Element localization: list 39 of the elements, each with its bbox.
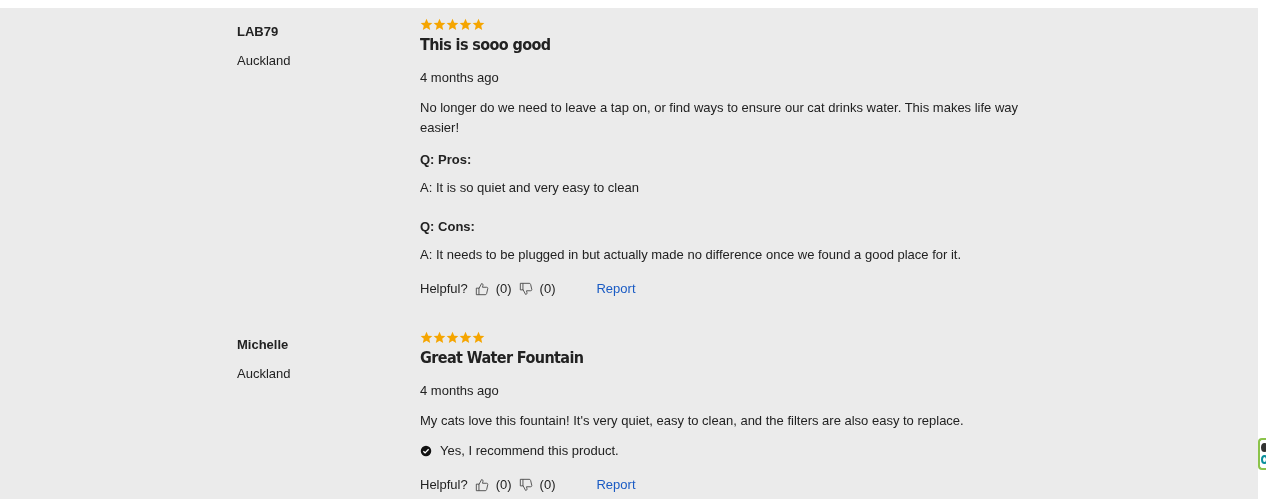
reviewer-name: Michelle	[237, 336, 290, 354]
thumbs-down-count: (0)	[539, 280, 556, 298]
review-title: This is sooo good	[420, 35, 552, 55]
thumbs-up-count: (0)	[495, 280, 512, 298]
recommend-text: Yes, I recommend this product.	[440, 442, 619, 460]
report-link[interactable]: Report	[596, 279, 636, 299]
star-icon	[446, 18, 459, 31]
review-title: Great Water Fountain	[420, 348, 585, 368]
star-icon	[420, 18, 433, 31]
helpful-label: Helpful?	[420, 476, 468, 494]
reviewer-location: Auckland	[237, 52, 292, 70]
thumbs-up-count: (0)	[495, 476, 512, 494]
star-icon	[420, 331, 433, 344]
review-date: 4 months ago	[420, 69, 500, 87]
thumbs-down-icon[interactable]	[518, 282, 533, 296]
reviewer-location: Auckland	[237, 365, 292, 383]
answer-text: A: It is so quiet and very easy to clean	[420, 179, 640, 197]
star-icon	[433, 331, 446, 344]
side-widget-icon[interactable]	[1258, 438, 1266, 470]
helpful-label: Helpful?	[420, 280, 468, 298]
thumbs-down-icon[interactable]	[518, 478, 533, 492]
answer-text: A: It needs to be plugged in but actually made no difference once we found a good place for it.	[420, 246, 963, 264]
thumbs-up-icon[interactable]	[474, 478, 489, 492]
review-date: 4 months ago	[420, 382, 500, 400]
thumbs-down-count: (0)	[539, 476, 556, 494]
star-icon	[446, 331, 459, 344]
star-icon	[472, 331, 485, 344]
question-label: Q: Cons:	[420, 218, 476, 236]
thumbs-up-icon[interactable]	[474, 282, 489, 296]
star-icon	[472, 18, 485, 31]
star-icon	[459, 18, 472, 31]
question-label: Q: Pros:	[420, 151, 473, 169]
review-text: No longer do we need to leave a tap on, or find ways to ensure our cat drinks water. This makes life way easier!	[420, 99, 1020, 137]
review-text: My cats love this fountain! It's very quiet, easy to clean, and the filters are also easy to replace.	[420, 412, 965, 430]
star-icon	[459, 331, 472, 344]
reviewer-name: LAB79	[237, 23, 280, 41]
report-link[interactable]: Report	[596, 475, 636, 495]
check-icon	[420, 445, 432, 457]
star-icon	[433, 18, 446, 31]
